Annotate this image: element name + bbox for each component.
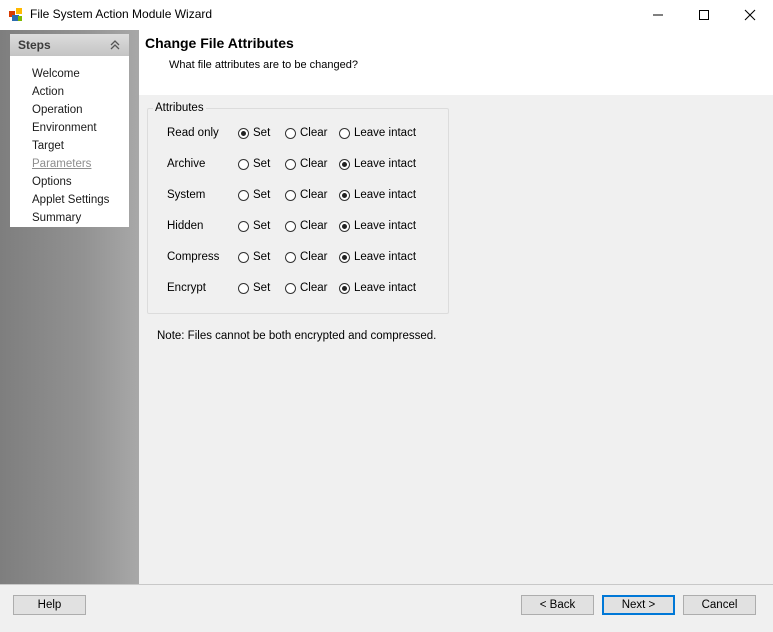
close-button[interactable] [727,0,773,30]
page-header: Change File Attributes What file attribu… [139,30,773,95]
radio-circle[interactable] [285,282,296,294]
radio-label: Set [253,220,271,232]
radio-read-only-leave[interactable]: Leave intact [339,127,416,139]
close-icon [744,9,756,21]
attributes-group: Attributes Read only Set Clear Leave intact… [147,102,449,314]
help-button[interactable]: Help [13,595,86,615]
radio-circle[interactable] [285,158,296,170]
content-area: Attributes Read only Set Clear Leave intact… [139,95,773,584]
radio-circle[interactable] [339,189,350,201]
radio-read-only-set[interactable]: Set [238,127,270,139]
page-title: Change File Attributes [145,35,294,51]
attr-label-encrypt: Encrypt [167,282,206,294]
step-parameters: Parameters [32,158,92,170]
radio-archive-set[interactable]: Set [238,158,270,170]
title-bar: File System Action Module Wizard [0,0,773,30]
attr-label-hidden: Hidden [167,220,204,232]
radio-label: Clear [300,220,328,232]
radio-label: Leave intact [354,251,417,263]
radio-hidden-leave[interactable]: Leave intact [339,220,416,232]
attr-label-archive: Archive [167,158,206,170]
radio-label: Leave intact [354,282,417,294]
radio-label: Set [253,282,271,294]
radio-circle[interactable] [339,251,350,263]
radio-system-leave[interactable]: Leave intact [339,189,416,201]
next-button[interactable]: Next > [602,595,675,615]
radio-encrypt-set[interactable]: Set [238,282,270,294]
footer: Help < Back Next > Cancel [0,584,773,632]
radio-label: Clear [300,251,328,263]
radio-circle[interactable] [339,220,350,232]
radio-label: Set [253,189,271,201]
app-icon [9,8,22,21]
step-action: Action [32,86,64,98]
steps-title: Steps [18,38,51,52]
maximize-button[interactable] [681,0,727,30]
page-subtitle: What file attributes are to be changed? [169,59,358,71]
radio-label: Set [253,158,271,170]
radio-label: Clear [300,158,328,170]
steps-header[interactable]: Steps [10,34,129,56]
radio-circle[interactable] [285,251,296,263]
radio-label: Set [253,127,271,139]
radio-circle[interactable] [339,127,350,139]
attributes-legend: Attributes [153,102,206,114]
radio-compress-clear[interactable]: Clear [285,251,327,263]
radio-hidden-clear[interactable]: Clear [285,220,327,232]
radio-circle[interactable] [238,251,249,263]
radio-archive-clear[interactable]: Clear [285,158,327,170]
maximize-icon [699,10,709,20]
radio-label: Clear [300,127,328,139]
radio-circle[interactable] [285,127,296,139]
minimize-button[interactable] [635,0,681,30]
radio-circle[interactable] [238,220,249,232]
attr-label-compress: Compress [167,251,220,263]
step-operation: Operation [32,104,83,116]
step-options: Options [32,176,72,188]
step-target: Target [32,140,64,152]
collapse-chevron-icon[interactable] [109,38,121,52]
radio-label: Clear [300,282,328,294]
radio-circle[interactable] [339,282,350,294]
attr-label-read-only: Read only [167,127,219,139]
note-text: Note: Files cannot be both encrypted and… [157,330,437,342]
radio-archive-leave[interactable]: Leave intact [339,158,416,170]
attr-label-system: System [167,189,206,201]
radio-hidden-set[interactable]: Set [238,220,270,232]
step-applet-settings: Applet Settings [32,194,110,206]
window-title: File System Action Module Wizard [30,7,213,21]
radio-label: Clear [300,189,328,201]
radio-system-clear[interactable]: Clear [285,189,327,201]
minimize-icon [653,14,663,16]
step-environment: Environment [32,122,97,134]
back-button[interactable]: < Back [521,595,594,615]
radio-label: Leave intact [354,220,417,232]
radio-label: Leave intact [354,127,417,139]
radio-circle[interactable] [238,158,249,170]
radio-compress-set[interactable]: Set [238,251,270,263]
radio-read-only-clear[interactable]: Clear [285,127,327,139]
sidebar: Steps Welcome Action Operation Environme… [0,30,139,584]
radio-system-set[interactable]: Set [238,189,270,201]
radio-label: Leave intact [354,189,417,201]
radio-circle[interactable] [238,127,249,139]
radio-label: Set [253,251,271,263]
step-welcome: Welcome [32,68,80,80]
steps-panel: Steps Welcome Action Operation Environme… [10,34,129,227]
radio-label: Leave intact [354,158,417,170]
cancel-button[interactable]: Cancel [683,595,756,615]
radio-circle[interactable] [339,158,350,170]
radio-circle[interactable] [238,282,249,294]
radio-encrypt-clear[interactable]: Clear [285,282,327,294]
radio-circle[interactable] [285,220,296,232]
radio-encrypt-leave[interactable]: Leave intact [339,282,416,294]
step-summary: Summary [32,212,82,224]
radio-circle[interactable] [238,189,249,201]
radio-compress-leave[interactable]: Leave intact [339,251,416,263]
radio-circle[interactable] [285,189,296,201]
